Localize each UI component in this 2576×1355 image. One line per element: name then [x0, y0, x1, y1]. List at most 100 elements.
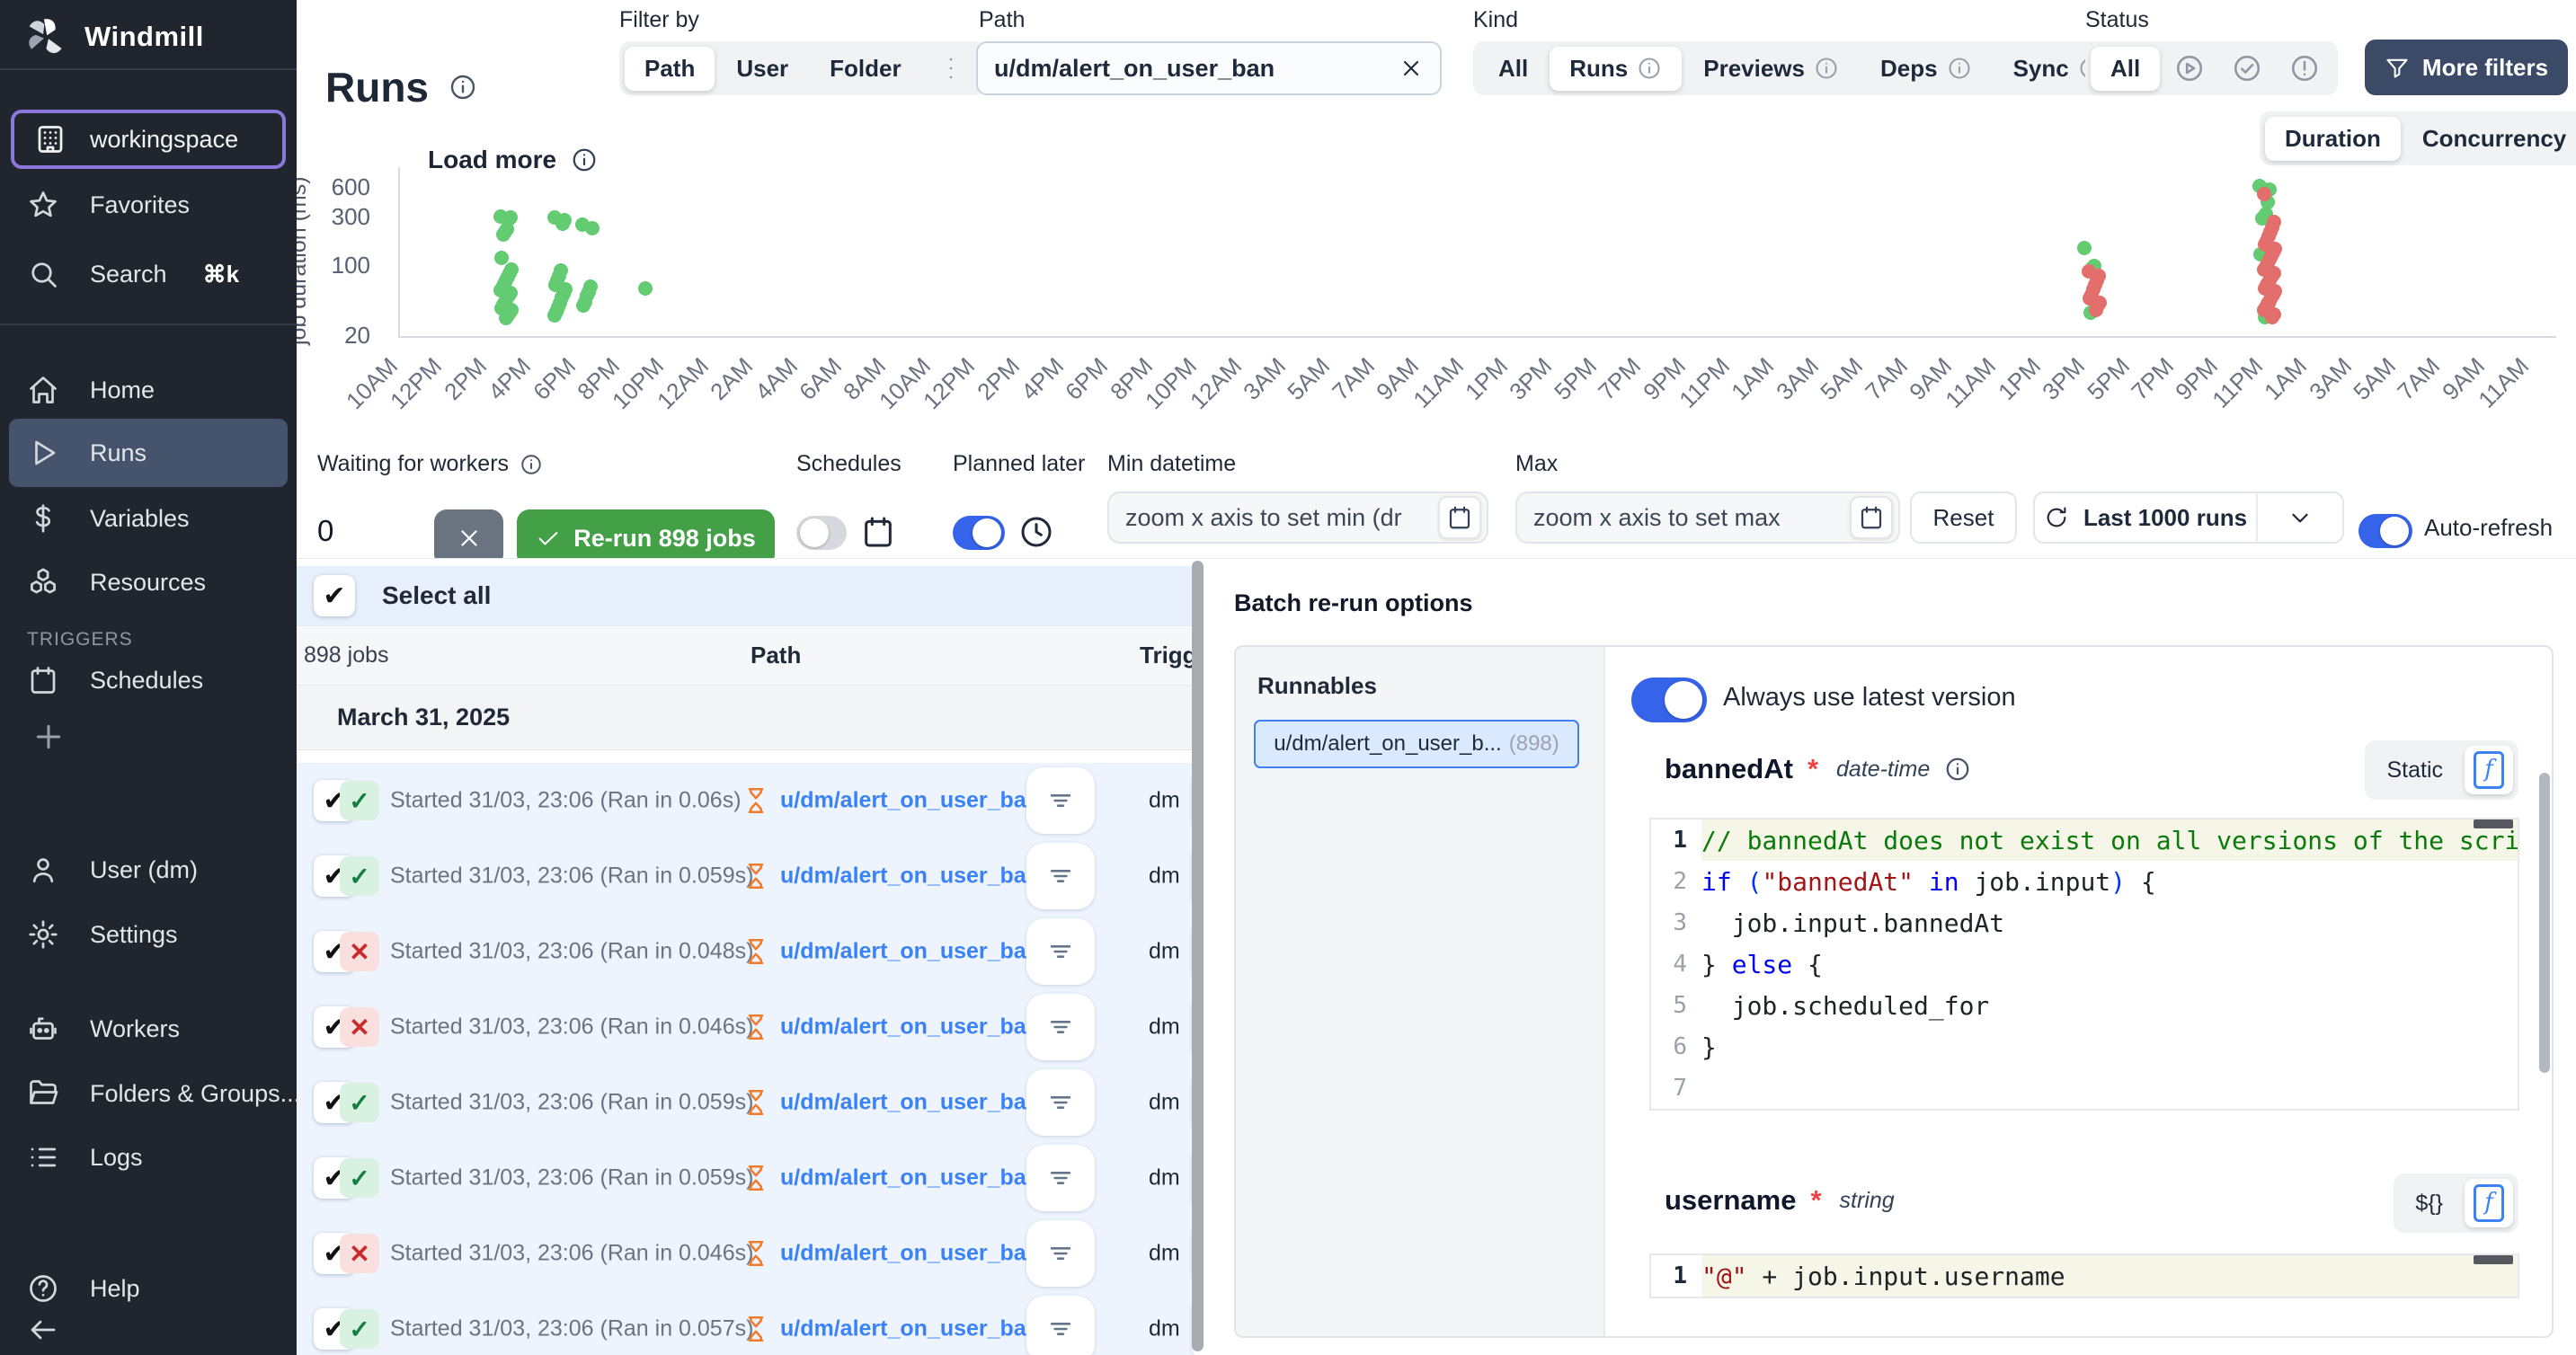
chart-view-segmented: DurationConcurrency	[2260, 111, 2576, 165]
latest-version-toggle[interactable]	[1631, 678, 1707, 722]
path-filter-input[interactable]	[994, 55, 1399, 83]
option-concurrency[interactable]: Concurrency	[2403, 117, 2576, 161]
table-row[interactable]: ✔✓Started 31/03, 23:06 (Ran in 0.059s)u/…	[297, 838, 1195, 914]
table-scrollbar[interactable]	[1192, 561, 1204, 1351]
select-all-checkbox[interactable]: ✔	[314, 575, 355, 616]
run-dot-failure[interactable]	[2089, 303, 2103, 317]
sidebar-item-home[interactable]: Home	[0, 370, 297, 410]
sidebar-item-schedules[interactable]: Schedules	[0, 660, 297, 700]
filter-by-path-button[interactable]	[1026, 1069, 1095, 1136]
run-path-link[interactable]: u/dm/alert_on_user_ban	[780, 1241, 1040, 1267]
run-path-link[interactable]: u/dm/alert_on_user_ban	[780, 1165, 1040, 1191]
filter-by-path-button[interactable]	[1026, 994, 1095, 1060]
load-more-button[interactable]: Load more	[428, 146, 598, 174]
run-dot-success[interactable]	[499, 311, 513, 325]
reset-button[interactable]: Reset	[1910, 492, 2017, 544]
run-path-link[interactable]: u/dm/alert_on_user_ban	[780, 1090, 1040, 1116]
sidebar-item-folders-groups[interactable]: Folders & Groups...	[0, 1074, 297, 1113]
code-editor-username[interactable]: 1"@" + job.input.username	[1649, 1253, 2519, 1298]
run-dot-success[interactable]	[2077, 241, 2092, 255]
editor-h-scrollbar[interactable]	[2474, 1255, 2513, 1264]
table-row[interactable]: ✔✓Started 31/03, 23:06 (Ran in 0.057s)u/…	[297, 1291, 1195, 1355]
option-duration[interactable]: Duration	[2265, 117, 2401, 161]
sidebar-item-search[interactable]: Search ⌘k	[0, 254, 297, 294]
sidebar-item-logs[interactable]: Logs	[0, 1138, 297, 1177]
sidebar-item-workers[interactable]: Workers	[0, 1009, 297, 1049]
more-filters-button[interactable]: More filters	[2365, 40, 2568, 95]
filter-by-path-button[interactable]	[1026, 843, 1095, 909]
runs-range-selector[interactable]: Last 1000 runs	[2033, 492, 2344, 544]
option-deps[interactable]: Deps	[1861, 47, 1992, 91]
filter-by-path-button[interactable]	[1026, 918, 1095, 985]
mode-option[interactable]: ${}	[2399, 1183, 2459, 1224]
table-row[interactable]: ✔✕Started 31/03, 23:06 (Ran in 0.046s)u/…	[297, 989, 1195, 1065]
run-dot-success[interactable]	[576, 298, 591, 313]
planned-later-toggle[interactable]	[953, 516, 1005, 550]
run-dot-success[interactable]	[547, 308, 562, 323]
schedules-toggle[interactable]	[796, 516, 847, 550]
editor-h-scrollbar[interactable]	[2474, 819, 2513, 828]
workspace-selector[interactable]: workingspace	[11, 110, 286, 169]
run-dot-success[interactable]	[585, 221, 600, 235]
max-calendar-button[interactable]	[1850, 496, 1893, 539]
sidebar-item-settings[interactable]: Settings	[0, 915, 297, 954]
table-row[interactable]: ✔✓Started 31/03, 23:06 (Ran in 0.059s)u/…	[297, 1065, 1195, 1140]
filter-by-path-button[interactable]	[1026, 1145, 1095, 1211]
table-row[interactable]: ✔✓Started 31/03, 23:06 (Ran in 0.06s)u/d…	[297, 763, 1195, 838]
option-all[interactable]: All	[1479, 47, 1548, 91]
hourglass-icon	[741, 1314, 771, 1344]
run-dot-success[interactable]	[638, 281, 653, 296]
jobs-table: ✔ Select all 898 jobs Path Trigger March…	[297, 559, 1195, 1355]
run-path-link[interactable]: u/dm/alert_on_user_ban	[780, 939, 1040, 965]
javascript-mode-button[interactable]: f	[2465, 1179, 2513, 1227]
clock-icon	[1018, 514, 1054, 550]
min-datetime-input[interactable]	[1125, 504, 1438, 532]
panel-scrollbar[interactable]	[2539, 773, 2550, 1073]
sidebar-item-runs[interactable]: Runs	[9, 419, 288, 487]
alert-circle-icon[interactable]	[2277, 48, 2332, 89]
run-path-link[interactable]: u/dm/alert_on_user_ban	[780, 1316, 1040, 1342]
play-circle-icon[interactable]	[2162, 48, 2217, 89]
option-user[interactable]: User	[716, 47, 808, 91]
option-folder[interactable]: Folder	[810, 47, 920, 91]
collapse-sidebar-button[interactable]	[0, 1310, 297, 1350]
run-dot-failure[interactable]	[2257, 187, 2271, 201]
max-datetime-input[interactable]	[1533, 504, 1850, 532]
min-datetime-label: Min datetime	[1107, 451, 1236, 477]
run-dot-success[interactable]	[496, 227, 511, 242]
add-trigger-button[interactable]	[31, 719, 67, 755]
sidebar-item-favorites[interactable]: Favorites	[0, 185, 297, 225]
check-circle-icon[interactable]	[2219, 48, 2275, 89]
run-dot-success[interactable]	[555, 217, 570, 231]
dots-vertical-icon[interactable]	[923, 48, 979, 89]
run-path-link[interactable]: u/dm/alert_on_user_ban	[780, 1014, 1040, 1041]
runnable-item-selected[interactable]: u/dm/alert_on_user_b... (898)	[1254, 720, 1579, 768]
sidebar-item-help[interactable]: Help	[0, 1269, 297, 1308]
sidebar-item-user-dm[interactable]: User (dm)	[0, 850, 297, 890]
run-started-text: Started 31/03, 23:06 (Ran in 0.057s)	[390, 1316, 753, 1342]
option-runs[interactable]: Runs	[1550, 47, 1682, 91]
range-dropdown-button[interactable]	[2256, 493, 2342, 542]
filter-by-segmented: PathUserFolder	[619, 41, 984, 95]
table-row[interactable]: ✔✓Started 31/03, 23:06 (Ran in 0.059s)u/…	[297, 1140, 1195, 1216]
sidebar-item-variables[interactable]: Variables	[0, 499, 297, 538]
table-row[interactable]: ✔✕Started 31/03, 23:06 (Ran in 0.048s)u/…	[297, 914, 1195, 989]
filter-by-path-button[interactable]	[1026, 1296, 1095, 1355]
run-path-link[interactable]: u/dm/alert_on_user_ban	[780, 788, 1040, 814]
clear-path-icon[interactable]	[1399, 56, 1424, 81]
option-path[interactable]: Path	[625, 47, 715, 91]
run-path-link[interactable]: u/dm/alert_on_user_ban	[780, 863, 1040, 890]
run-dot-failure[interactable]	[2265, 310, 2279, 324]
info-icon[interactable]	[449, 73, 477, 102]
min-calendar-button[interactable]	[1438, 496, 1481, 539]
javascript-mode-button[interactable]: f	[2465, 746, 2513, 794]
sidebar-item-resources[interactable]: Resources	[0, 562, 297, 602]
option-previews[interactable]: Previews	[1683, 47, 1859, 91]
mode-option[interactable]: Static	[2370, 750, 2459, 791]
filter-by-path-button[interactable]	[1026, 1220, 1095, 1287]
filter-by-path-button[interactable]	[1026, 767, 1095, 834]
option-all[interactable]: All	[2091, 47, 2160, 91]
code-editor-bannedAt[interactable]: 1// bannedAt does not exist on all versi…	[1649, 818, 2519, 1111]
table-row[interactable]: ✔✕Started 31/03, 23:06 (Ran in 0.046s)u/…	[297, 1216, 1195, 1291]
auto-refresh-toggle[interactable]	[2358, 514, 2412, 548]
